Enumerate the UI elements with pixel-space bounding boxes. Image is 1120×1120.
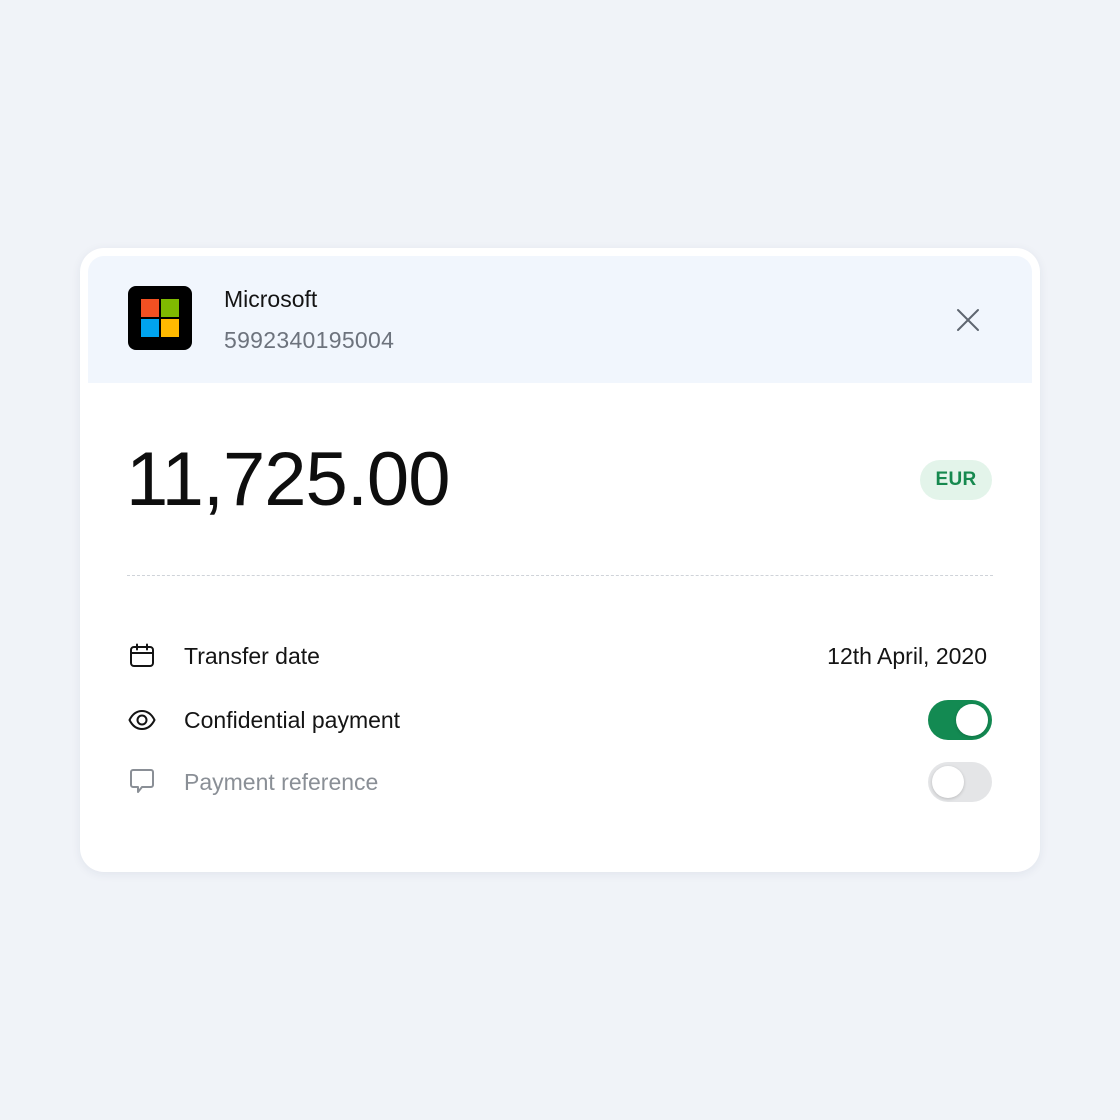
payment-card: Microsoft 5992340195004 11,725.00 EUR Tr… — [80, 248, 1040, 872]
confidential-payment-label: Confidential payment — [184, 707, 401, 733]
logo-square-yellow — [161, 319, 179, 337]
merchant-name: Microsoft — [224, 286, 318, 312]
confidential-payment-row: Confidential payment — [80, 700, 1040, 740]
microsoft-logo — [128, 286, 192, 350]
payment-reference-label: Payment reference — [184, 769, 379, 795]
payment-reference-toggle[interactable] — [928, 762, 992, 802]
logo-square-green — [161, 299, 179, 317]
transfer-date-label: Transfer date — [184, 643, 320, 669]
close-button[interactable] — [952, 304, 984, 336]
toggle-knob — [932, 766, 964, 798]
account-number: 5992340195004 — [224, 327, 395, 353]
close-icon — [957, 309, 979, 331]
payment-amount: 11,725.00 — [126, 437, 450, 522]
confidential-payment-toggle[interactable] — [928, 700, 992, 740]
card-header: Microsoft 5992340195004 — [88, 256, 1032, 383]
logo-square-red — [141, 299, 159, 317]
transfer-date-value[interactable]: 12th April, 2020 — [827, 642, 987, 670]
payment-reference-row: Payment reference — [80, 762, 1040, 802]
transfer-date-row: Transfer date 12th April, 2020 — [80, 636, 1040, 676]
logo-square-blue — [141, 319, 159, 337]
comment-icon — [128, 768, 156, 796]
calendar-icon — [128, 642, 156, 670]
toggle-knob — [956, 704, 988, 736]
divider — [127, 575, 993, 576]
eye-icon — [128, 706, 156, 734]
currency-badge: EUR — [920, 460, 992, 500]
